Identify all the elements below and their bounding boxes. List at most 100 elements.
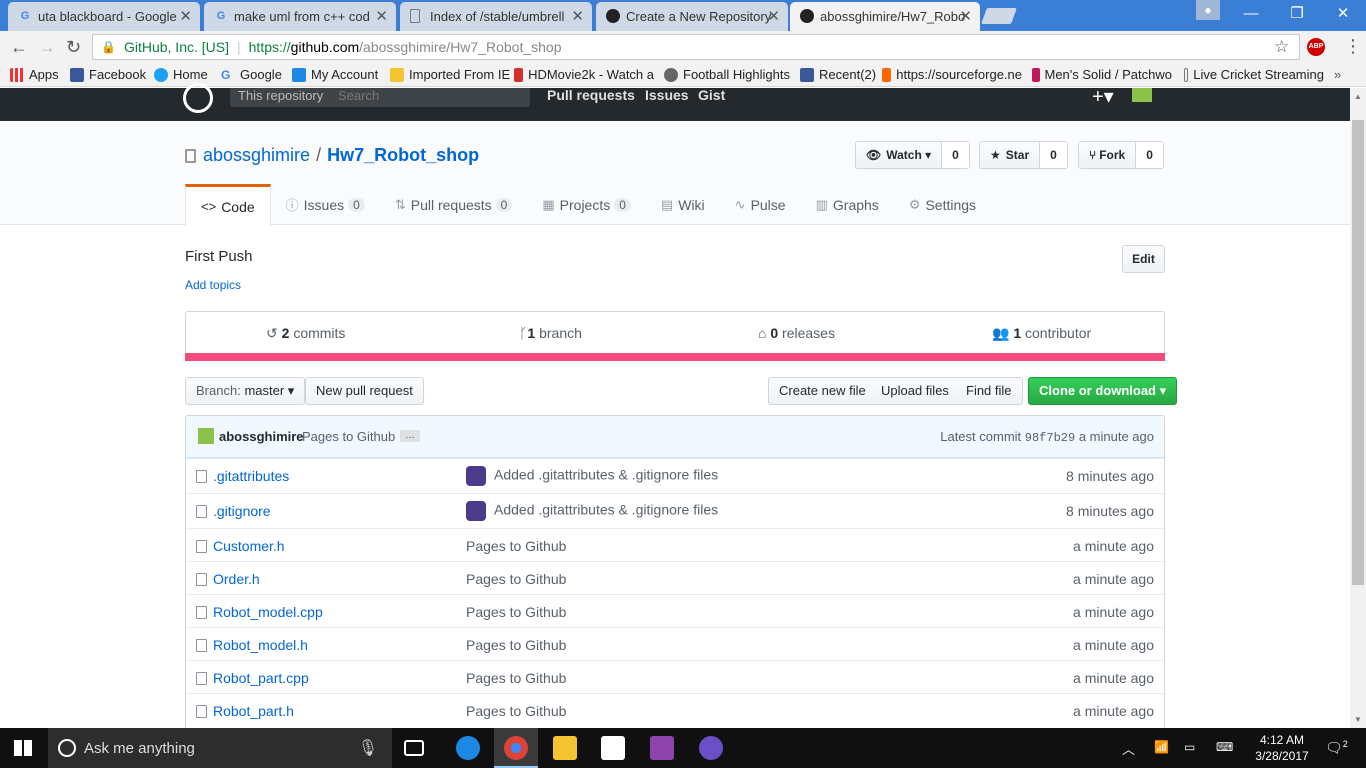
system-clock[interactable]: 4:12 AM 3/28/2017: [1252, 732, 1312, 764]
watch-count[interactable]: 0: [942, 142, 969, 168]
browser-tab[interactable]: G make uml from c++ cod ✕: [204, 2, 396, 31]
more-bookmarks-icon[interactable]: »: [1334, 67, 1341, 82]
commit-message-link[interactable]: Pages to Github: [466, 703, 566, 719]
close-icon[interactable]: ✕: [375, 7, 388, 25]
new-pull-request-button[interactable]: New pull request: [305, 377, 424, 405]
edge-icon[interactable]: [456, 736, 480, 760]
find-file-button[interactable]: Find file: [956, 377, 1023, 405]
commit-message-link[interactable]: Pages to Github: [466, 637, 566, 653]
search-scope[interactable]: This repository Search: [230, 88, 530, 107]
address-bar[interactable]: 🔒 GitHub, Inc. [US] | https://github.com…: [92, 34, 1300, 60]
close-icon[interactable]: ✕: [959, 7, 972, 25]
browser-tab-active[interactable]: abossghimire/Hw7_Robo ✕: [790, 2, 980, 31]
scroll-up-icon[interactable]: ▲: [1354, 92, 1362, 101]
fork-button[interactable]: ⑂ Fork 0: [1078, 141, 1164, 169]
file-link[interactable]: Order.h: [213, 571, 260, 587]
search-input[interactable]: Ask me anything: [84, 740, 195, 757]
tab-wiki[interactable]: ▤ Wiki: [646, 184, 720, 225]
nav-pull-requests[interactable]: Pull requests: [547, 87, 635, 103]
menu-icon[interactable]: ⋮: [1344, 36, 1362, 57]
user-profile-icon[interactable]: ●: [1196, 0, 1220, 20]
bookmark-sourceforge[interactable]: https://sourceforge.ne: [882, 67, 1022, 82]
commit-message-link[interactable]: Pages to Github: [466, 538, 566, 554]
file-link[interactable]: Robot_model.h: [213, 637, 308, 653]
bookmark-apps[interactable]: Apps: [10, 67, 59, 82]
bookmark-my-account[interactable]: My Account: [292, 67, 378, 82]
fork-count[interactable]: 0: [1136, 142, 1163, 168]
reload-icon[interactable]: ↻: [66, 37, 81, 58]
microphone-icon[interactable]: 🎙: [358, 738, 378, 758]
commit-author[interactable]: abossghimire: [219, 429, 304, 444]
file-link[interactable]: Robot_model.cpp: [213, 604, 323, 620]
vertical-scrollbar[interactable]: ▲ ▼: [1350, 88, 1366, 728]
browser-tab[interactable]: G uta blackboard - Google ✕: [8, 2, 200, 31]
commit-message[interactable]: Pages to Github: [302, 429, 395, 444]
tab-code[interactable]: <> Code: [185, 184, 271, 226]
bookmark-home[interactable]: Home: [154, 67, 208, 82]
clone-or-download-button[interactable]: Clone or download ▾: [1028, 377, 1178, 405]
cortana-search[interactable]: Ask me anything 🎙: [48, 728, 392, 768]
commit-message-link[interactable]: Added .gitattributes & .gitignore files: [494, 502, 718, 518]
bookmark-star-icon[interactable]: ☆: [1274, 37, 1289, 57]
file-link[interactable]: Robot_part.cpp: [213, 670, 309, 686]
bookmark-imported-from-ie[interactable]: Imported From IE: [390, 67, 510, 82]
visual-studio-icon[interactable]: [650, 736, 674, 760]
close-icon[interactable]: ✕: [767, 7, 780, 25]
commit-message-link[interactable]: Pages to Github: [466, 571, 566, 587]
github-logo-icon[interactable]: [183, 83, 213, 113]
commit-message-link[interactable]: Pages to Github: [466, 604, 566, 620]
chrome-icon[interactable]: [504, 736, 528, 760]
restore-button[interactable]: ❐: [1274, 0, 1320, 28]
minimize-button[interactable]: —: [1228, 0, 1274, 28]
forward-arrow-icon[interactable]: →: [38, 37, 56, 58]
tab-pulse[interactable]: ∿ Pulse: [720, 184, 801, 225]
back-arrow-icon[interactable]: ←: [10, 37, 28, 58]
scrollbar-thumb[interactable]: [1352, 120, 1364, 585]
file-explorer-icon[interactable]: [553, 736, 577, 760]
star-count[interactable]: 0: [1040, 142, 1067, 168]
branch-link[interactable]: ᚴ1 branch: [519, 325, 582, 341]
bookmark-hdmovie2k[interactable]: HDMovie2k - Watch a: [514, 67, 654, 82]
upload-files-button[interactable]: Upload files: [871, 377, 960, 405]
tab-issues[interactable]: ⓘ Issues 0: [271, 184, 380, 225]
store-icon[interactable]: [601, 736, 625, 760]
bookmark-facebook[interactable]: Facebook: [70, 67, 146, 82]
commit-sha[interactable]: 98f7b29: [1025, 431, 1075, 445]
contributors-link[interactable]: 👥 1 contributor: [992, 325, 1091, 342]
browser-tab[interactable]: Create a New Repository ✕: [596, 2, 788, 31]
avatar[interactable]: [1132, 88, 1152, 102]
search-input[interactable]: Search: [338, 88, 379, 103]
bookmark-live-cricket[interactable]: Live Cricket Streaming: [1184, 67, 1324, 82]
close-icon[interactable]: ✕: [571, 7, 584, 25]
nav-issues[interactable]: Issues: [645, 87, 689, 103]
create-new-file-button[interactable]: Create new file: [768, 377, 877, 405]
close-window-button[interactable]: ✕: [1320, 0, 1366, 28]
bookmark-football-highlights[interactable]: Football Highlights: [664, 67, 790, 82]
commits-link[interactable]: ↺ 2 commits: [266, 325, 345, 342]
tab-projects[interactable]: ▦ Projects 0: [527, 184, 646, 225]
app-icon[interactable]: [699, 736, 723, 760]
bookmark-google[interactable]: G Google: [221, 67, 282, 82]
bookmark-mens-solid[interactable]: Men's Solid / Patchwo: [1032, 67, 1172, 82]
close-icon[interactable]: ✕: [179, 7, 192, 25]
owner-link[interactable]: abossghimire: [203, 145, 310, 166]
watch-button[interactable]: 👁 Watch ▾ 0: [855, 141, 970, 169]
bookmark-recent[interactable]: Recent(2): [800, 67, 876, 82]
plus-icon[interactable]: +▾: [1092, 84, 1114, 109]
tab-graphs[interactable]: ▥ Graphs: [801, 184, 894, 225]
browser-tab[interactable]: Index of /stable/umbrell ✕: [400, 2, 592, 31]
new-tab-button[interactable]: [981, 8, 1017, 24]
scroll-down-icon[interactable]: ▼: [1354, 715, 1362, 724]
tab-settings[interactable]: ⚙ Settings: [894, 184, 991, 225]
language-bar[interactable]: [185, 353, 1165, 361]
action-center-icon[interactable]: 🗨2: [1325, 739, 1348, 757]
star-button[interactable]: ★ Star 0: [979, 141, 1068, 169]
nav-gist[interactable]: Gist: [698, 87, 725, 103]
tab-pull-requests[interactable]: ⇅ Pull requests 0: [380, 184, 528, 225]
commit-message-link[interactable]: Added .gitattributes & .gitignore files: [494, 467, 718, 483]
file-link[interactable]: Robot_part.h: [213, 703, 294, 719]
file-link[interactable]: .gitignore: [213, 503, 271, 519]
commit-message-link[interactable]: Pages to Github: [466, 670, 566, 686]
releases-link[interactable]: ⌂ 0 releases: [758, 325, 835, 341]
adblock-plus-icon[interactable]: ABP: [1307, 38, 1325, 56]
